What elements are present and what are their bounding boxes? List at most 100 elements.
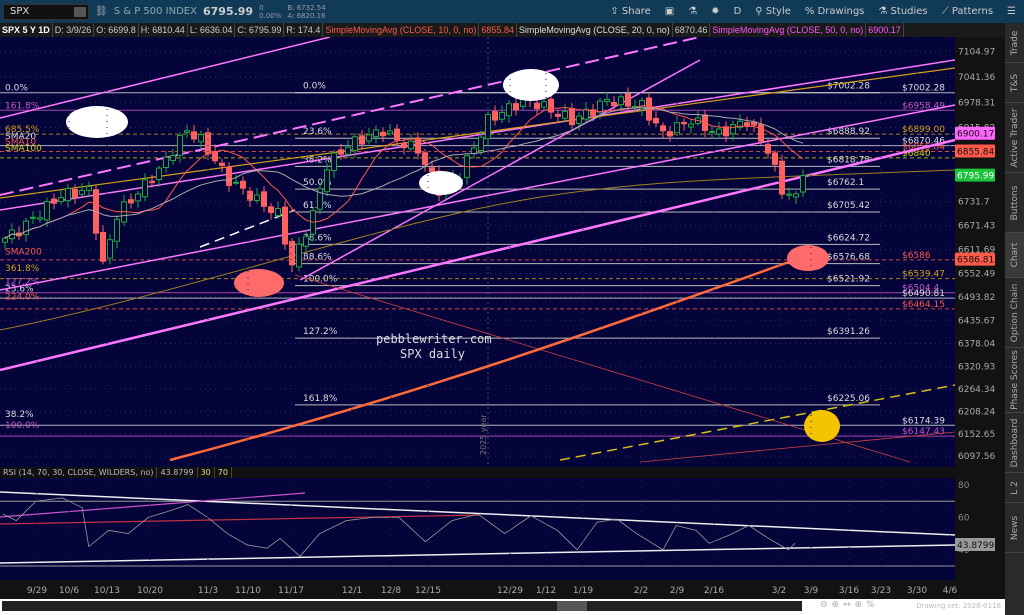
fib-price: $7002.28 bbox=[827, 82, 870, 92]
sma20-label[interactable]: SimpleMovingAvg (CLOSE, 20, 0, no) bbox=[517, 23, 673, 37]
candle-body bbox=[373, 129, 379, 138]
sma10-label[interactable]: SimpleMovingAvg (CLOSE, 10, 0, no) bbox=[323, 23, 480, 37]
candle-body bbox=[2, 237, 8, 243]
drawings-button[interactable]: % Drawings bbox=[805, 6, 864, 17]
candle-body bbox=[485, 114, 491, 140]
price-axis-label: 6320.93 bbox=[958, 362, 995, 372]
rsi-title[interactable]: RSI (14, 70, 30, CLOSE, WILDERS, no) bbox=[0, 467, 158, 478]
side-tab-label: Phase Scores bbox=[1009, 350, 1020, 410]
rsi-axis-label: 60 bbox=[958, 513, 970, 523]
fib-pct: 88.6% bbox=[303, 253, 332, 263]
side-tab[interactable]: L 2 bbox=[1005, 473, 1024, 503]
rsi-axis-label: 80 bbox=[958, 481, 970, 491]
side-tab[interactable]: T&S bbox=[1005, 63, 1024, 103]
date-label: 11/3 bbox=[198, 586, 218, 596]
change-value: 0 bbox=[259, 3, 264, 12]
symbol-selector[interactable]: SPX bbox=[3, 3, 89, 20]
menu-icon[interactable]: ☰ bbox=[1007, 6, 1016, 17]
candle-body bbox=[324, 169, 330, 193]
candle-body bbox=[163, 156, 169, 169]
candle-body bbox=[247, 190, 253, 201]
candle-body bbox=[492, 111, 498, 121]
fib-price: $6576.68 bbox=[827, 253, 870, 263]
link-icon[interactable]: ⛓ bbox=[95, 6, 108, 17]
price-axis-label: 6493.82 bbox=[958, 293, 995, 303]
share-button[interactable]: ⇪ Share bbox=[610, 6, 650, 17]
price-axis-label: 6731.7 bbox=[958, 197, 990, 207]
price-axis-label: 7041.36 bbox=[958, 73, 995, 83]
side-tab[interactable]: Trade bbox=[1005, 23, 1024, 63]
zoom-controls[interactable]: ⊖⊕↔⊕% bbox=[820, 600, 879, 610]
candle-body bbox=[107, 239, 113, 259]
candle-body bbox=[569, 108, 575, 126]
side-tab-label: News bbox=[1009, 515, 1020, 540]
side-tab[interactable]: Option Chain bbox=[1005, 278, 1024, 348]
fib-price: $6762.1 bbox=[827, 178, 864, 188]
side-tab[interactable]: Active Trader bbox=[1005, 103, 1024, 173]
price-axis-label: 6264.34 bbox=[958, 385, 995, 395]
last-price: 6795.99 bbox=[202, 5, 254, 18]
sma10-value: 6855.84 bbox=[479, 23, 517, 37]
candle-body bbox=[254, 194, 260, 201]
candle-body bbox=[226, 166, 232, 186]
date-label: 10/20 bbox=[137, 586, 163, 596]
fib-price: $6705.42 bbox=[827, 201, 870, 211]
price-badge: 6900.17 bbox=[955, 126, 995, 140]
candle-body bbox=[681, 121, 687, 125]
drawings-label: Drawings bbox=[817, 6, 865, 17]
patterns-label: Patterns bbox=[951, 6, 994, 17]
candle-body bbox=[135, 193, 141, 202]
candle-body bbox=[170, 155, 176, 161]
side-tab-label: Option Chain bbox=[1009, 283, 1020, 342]
candle-body bbox=[765, 143, 771, 154]
date-label: 3/30 bbox=[907, 586, 927, 596]
scrollbar-thumb[interactable] bbox=[557, 601, 587, 611]
side-tab[interactable]: Chart bbox=[1005, 233, 1024, 278]
candle-body bbox=[786, 193, 792, 196]
patterns-button[interactable]: ⟋ Patterns bbox=[942, 6, 993, 17]
sma20-value: 6870.46 bbox=[673, 23, 711, 37]
info-range: R: 174.4 bbox=[284, 23, 324, 37]
price-chart[interactable]: 0.0% $7002.2823.6% $6888.9238.2% $6818.7850… bbox=[0, 37, 1005, 615]
candle-body bbox=[513, 103, 519, 111]
candle-body bbox=[72, 188, 78, 198]
level-label: $6147.43 bbox=[902, 427, 945, 437]
left-level-label: 0.0% bbox=[5, 84, 28, 94]
side-tab[interactable]: Phase Scores bbox=[1005, 348, 1024, 413]
side-tab[interactable]: Dashboard bbox=[1005, 413, 1024, 473]
candle-body bbox=[688, 123, 694, 128]
studies-button[interactable]: ⚗ Studies bbox=[878, 6, 927, 17]
date-label: 1/19 bbox=[573, 586, 593, 596]
style-button[interactable]: ⚲ Style bbox=[755, 6, 791, 17]
chevron-down-icon[interactable] bbox=[74, 6, 86, 17]
side-tab-label: Chart bbox=[1009, 242, 1020, 268]
symbol-value: SPX bbox=[10, 5, 30, 17]
candle-body bbox=[387, 130, 393, 134]
left-level-label: 224.0% bbox=[5, 293, 40, 303]
side-tab[interactable]: News bbox=[1005, 503, 1024, 553]
level-label: $6539.47 bbox=[902, 270, 945, 280]
bid-ask: B: 6732.54 A: 6820.16 bbox=[287, 4, 325, 20]
date-label: 11/17 bbox=[278, 586, 304, 596]
candle-body bbox=[625, 93, 631, 107]
period-button[interactable]: D bbox=[734, 6, 742, 17]
candle-body bbox=[793, 193, 799, 198]
candle-body bbox=[562, 110, 568, 119]
candle-body bbox=[422, 152, 428, 166]
price-badge: 6586.81 bbox=[955, 252, 995, 266]
highlight-ellipse bbox=[503, 69, 559, 101]
fib-price: $6391.26 bbox=[827, 327, 870, 337]
calendar-icon[interactable]: ▣ bbox=[665, 6, 674, 17]
candle-body bbox=[471, 147, 477, 155]
candle-body bbox=[429, 167, 435, 173]
horizontal-scrollbar[interactable] bbox=[2, 601, 802, 611]
flask-icon[interactable]: ⚗ bbox=[688, 6, 697, 17]
sma50-label[interactable]: SimpleMovingAvg (CLOSE, 50, 0, no) bbox=[710, 23, 867, 37]
date-label: 4/6 bbox=[943, 586, 958, 596]
candle-body bbox=[289, 240, 295, 266]
fib-pct: 23.6% bbox=[303, 127, 332, 137]
candle-body bbox=[583, 108, 589, 120]
gear-icon[interactable]: ✹ bbox=[711, 6, 719, 17]
level-label: $6586 bbox=[902, 251, 931, 261]
side-tab[interactable]: Buttons bbox=[1005, 173, 1024, 233]
